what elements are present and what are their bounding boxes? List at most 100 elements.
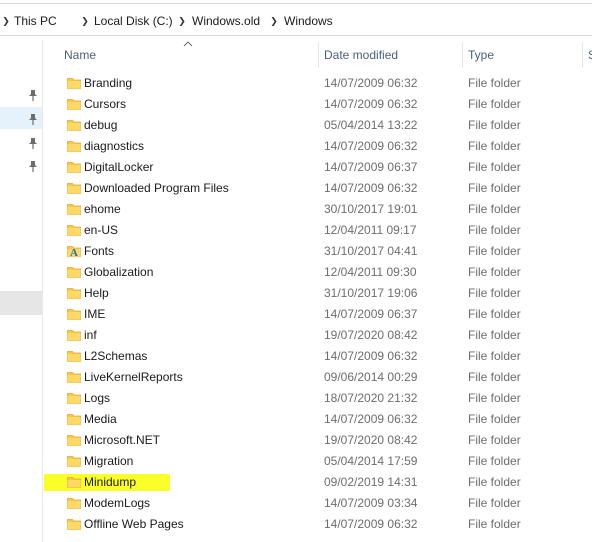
breadcrumb-item-this-pc[interactable]: This PC — [14, 13, 57, 29]
address-bar[interactable]: ❯ This PC ❯ Local Disk (C:) ❯ Windows.ol… — [0, 0, 592, 40]
file-date-modified: 18/07/2020 21:32 — [324, 391, 418, 405]
file-name: DigitalLocker — [84, 160, 154, 174]
file-type: File folder — [468, 202, 521, 216]
file-type: File folder — [468, 328, 521, 342]
column-header-size[interactable]: S — [588, 42, 592, 68]
sort-ascending-icon — [183, 41, 193, 47]
file-date-modified: 31/10/2017 04:41 — [324, 244, 418, 258]
file-row[interactable]: A Fonts 31/10/2017 04:41 File folder — [60, 241, 592, 262]
file-name: Branding — [84, 76, 133, 90]
file-type: File folder — [468, 370, 521, 384]
file-date-modified: 19/07/2020 08:42 — [324, 328, 418, 342]
folder-icon — [67, 181, 81, 194]
file-row[interactable]: debug 05/04/2014 13:22 File folder — [60, 115, 592, 136]
file-row[interactable]: IME 14/07/2009 06:37 File folder — [60, 304, 592, 325]
file-date-modified: 14/07/2009 06:32 — [324, 97, 418, 111]
column-header-name[interactable]: Name — [64, 42, 96, 68]
column-header-type[interactable]: Type — [468, 42, 494, 68]
file-name: ehome — [84, 202, 121, 216]
file-row[interactable]: Migration 05/04/2014 17:59 File folder — [60, 451, 592, 472]
file-name: Fonts — [84, 244, 115, 258]
file-date-modified: 31/10/2017 19:06 — [324, 286, 418, 300]
file-row[interactable]: ehome 30/10/2017 19:01 File folder — [60, 199, 592, 220]
chevron-right-icon: ❯ — [178, 16, 186, 26]
file-type: File folder — [468, 412, 521, 426]
file-type: File folder — [468, 181, 521, 195]
file-date-modified: 05/04/2014 13:22 — [324, 118, 418, 132]
folder-icon — [67, 160, 81, 173]
chevron-right-icon: ❯ — [81, 16, 89, 26]
file-name: LiveKernelReports — [84, 370, 183, 384]
fonts-folder-icon: A — [67, 244, 81, 259]
file-row[interactable]: L2Schemas 14/07/2009 06:32 File folder — [60, 346, 592, 367]
folder-icon — [67, 328, 81, 341]
folder-icon — [67, 412, 81, 425]
file-row[interactable]: Microsoft.NET 19/07/2020 08:42 File folder — [60, 430, 592, 451]
file-name: Cursors — [84, 97, 127, 111]
column-divider[interactable] — [462, 42, 463, 68]
file-type: File folder — [468, 307, 521, 321]
file-row[interactable]: Logs 18/07/2020 21:32 File folder — [60, 388, 592, 409]
file-date-modified: 12/04/2011 09:30 — [324, 265, 417, 279]
file-type: File folder — [468, 349, 521, 363]
file-row[interactable]: Globalization 12/04/2011 09:30 File folder — [60, 262, 592, 283]
file-name: ModemLogs — [84, 496, 151, 510]
pin-icon[interactable] — [28, 160, 38, 172]
file-name: Offline Web Pages — [84, 517, 184, 531]
file-type: File folder — [468, 475, 521, 489]
file-row[interactable]: Help 31/10/2017 19:06 File folder — [60, 283, 592, 304]
folder-icon — [67, 517, 81, 530]
folder-icon — [67, 139, 81, 152]
file-row[interactable]: en-US 12/04/2011 09:17 File folder — [60, 220, 592, 241]
file-row[interactable]: LiveKernelReports 09/06/2014 00:29 File fo… — [60, 367, 592, 388]
nav-item-hover[interactable] — [0, 291, 42, 315]
file-row[interactable]: DigitalLocker 14/07/2009 06:37 File folder — [60, 157, 592, 178]
file-row[interactable]: Branding 14/07/2009 06:32 File folder — [60, 73, 592, 94]
file-date-modified: 14/07/2009 06:32 — [324, 412, 418, 426]
file-type: File folder — [468, 76, 521, 90]
chevron-right-icon: ❯ — [2, 16, 10, 26]
file-date-modified: 14/07/2009 06:32 — [324, 349, 418, 363]
column-divider[interactable] — [318, 42, 319, 68]
folder-icon — [67, 265, 81, 278]
folder-icon — [67, 454, 81, 467]
file-name: diagnostics — [84, 139, 145, 153]
file-date-modified: 09/06/2014 00:29 — [324, 370, 418, 384]
file-date-modified: 14/07/2009 06:32 — [324, 517, 418, 531]
folder-icon — [67, 496, 81, 509]
file-row[interactable]: Downloaded Program Files 14/07/2009 06:32… — [60, 178, 592, 199]
pin-icon[interactable] — [28, 89, 38, 101]
breadcrumb-item-windows-old[interactable]: Windows.old — [192, 13, 260, 29]
file-date-modified: 14/07/2009 06:37 — [324, 307, 418, 321]
file-type: File folder — [468, 244, 521, 258]
file-date-modified: 30/10/2017 19:01 — [324, 202, 418, 216]
file-row[interactable]: Media 14/07/2009 06:32 File folder — [60, 409, 592, 430]
file-row[interactable]: Offline Web Pages 14/07/2009 06:32 File fo… — [60, 514, 592, 535]
file-type: File folder — [468, 517, 521, 531]
file-name: IME — [84, 307, 106, 321]
breadcrumb-item-windows[interactable]: Windows — [284, 13, 333, 29]
file-row[interactable]: inf 19/07/2020 08:42 File folder — [60, 325, 592, 346]
file-date-modified: 14/07/2009 06:32 — [324, 181, 418, 195]
breadcrumb-item-local-disk[interactable]: Local Disk (C:) — [94, 13, 173, 29]
column-header-date-modified[interactable]: Date modified — [324, 42, 398, 68]
file-row[interactable]: Minidump 09/02/2019 14:31 File folder — [44, 472, 592, 493]
file-type: File folder — [468, 496, 521, 510]
file-name: Globalization — [84, 265, 154, 279]
file-row[interactable]: Cursors 14/07/2009 06:32 File folder — [60, 94, 592, 115]
folder-icon — [67, 370, 81, 383]
file-date-modified: 19/07/2020 08:42 — [324, 433, 418, 447]
folder-icon — [67, 349, 81, 362]
column-divider[interactable] — [582, 42, 583, 68]
pin-icon[interactable] — [28, 137, 38, 149]
file-type: File folder — [468, 454, 521, 468]
pane-divider[interactable] — [42, 40, 43, 542]
pin-icon[interactable] — [28, 113, 38, 125]
file-type: File folder — [468, 265, 521, 279]
file-row[interactable]: ModemLogs 14/07/2009 03:34 File folder — [60, 493, 592, 514]
file-name: inf — [84, 328, 97, 342]
folder-icon — [67, 76, 81, 89]
folder-icon — [67, 433, 81, 446]
file-row[interactable]: diagnostics 14/07/2009 06:32 File folder — [60, 136, 592, 157]
file-type: File folder — [468, 160, 521, 174]
